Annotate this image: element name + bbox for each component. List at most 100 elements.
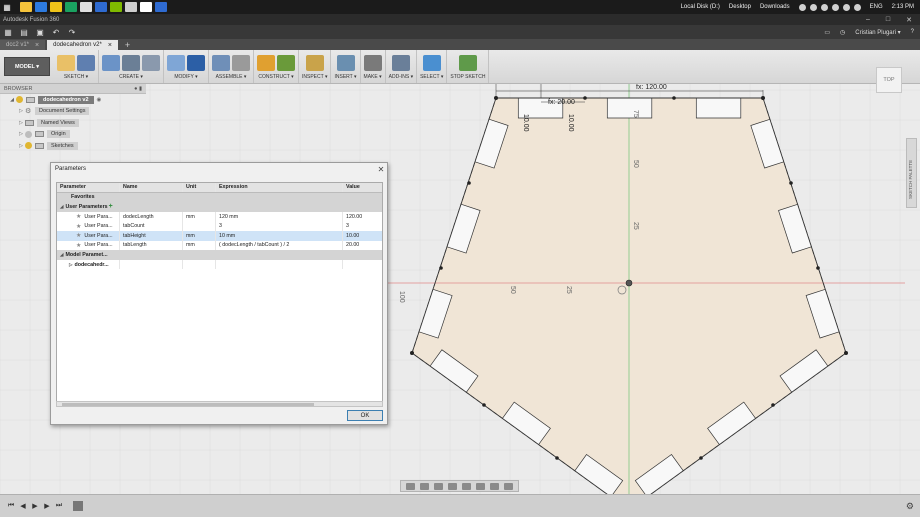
toolbar-tool-icon[interactable] (232, 55, 250, 71)
clock[interactable]: 2:13 PM (892, 4, 914, 10)
expand-triangle-icon[interactable]: ▷ (17, 108, 25, 114)
toolbar-group[interactable]: CONSTRUCT ▾ (254, 50, 299, 83)
toolbar-group[interactable]: INSPECT ▾ (299, 50, 332, 83)
grid-settings-icon[interactable] (489, 482, 499, 490)
desktop-link[interactable]: Desktop (729, 4, 751, 10)
toolbar-group[interactable]: SELECT ▾ (417, 50, 448, 83)
close-window-icon[interactable]: ✕ (906, 16, 912, 24)
taskbar-app-icon[interactable] (125, 2, 137, 12)
undo-icon[interactable]: ↶ (48, 26, 64, 38)
language-indicator[interactable]: ENG (870, 4, 883, 10)
unit-cell[interactable] (183, 221, 216, 231)
sketch-point[interactable] (699, 456, 703, 460)
toolbar-tool-icon[interactable] (102, 55, 120, 71)
help-icon[interactable]: ? (911, 29, 914, 35)
visibility-bulb-icon[interactable] (16, 96, 23, 104)
close-tab-icon[interactable]: × (108, 42, 112, 49)
column-header-value[interactable]: Value (343, 183, 382, 192)
timeline-sketch-feature[interactable] (73, 501, 83, 511)
sketch-point[interactable] (771, 403, 775, 407)
column-header-name[interactable]: Name (120, 183, 183, 192)
user-parameters-group-row[interactable]: ◢ User Parameters + (57, 202, 382, 212)
unit-cell[interactable]: mm (183, 211, 216, 222)
taskbar-app-icon[interactable] (80, 2, 92, 12)
column-header-unit[interactable]: Unit (183, 183, 216, 192)
unit-cell[interactable]: mm (183, 240, 216, 251)
name-cell[interactable]: dodecLength (120, 211, 183, 222)
table-row[interactable]: ★ User Para... tabCount 3 3 (57, 221, 382, 231)
taskbar-app-icon[interactable] (95, 2, 107, 12)
tab-outline[interactable] (606, 98, 653, 119)
toolbar-tool-icon[interactable] (142, 55, 160, 71)
zoom-icon[interactable] (448, 482, 458, 490)
toolbar-group-label[interactable]: ASSEMBLE ▾ (216, 74, 247, 80)
redo-icon[interactable]: ↷ (64, 26, 80, 38)
expand-triangle-icon[interactable]: ▷ (17, 120, 25, 126)
favorites-group-row[interactable]: Favorites (57, 192, 382, 203)
sketch-point[interactable] (555, 456, 559, 460)
timeline-settings-gear-icon[interactable]: ⚙ (906, 501, 914, 512)
origin-point[interactable] (625, 279, 633, 287)
scrollbar-thumb[interactable] (62, 403, 314, 406)
expand-triangle-icon[interactable]: ▷ (17, 143, 25, 149)
toolbar-tool-icon[interactable] (57, 55, 75, 71)
go-to-start-icon[interactable]: ⏮ (5, 502, 17, 510)
expand-triangle-icon[interactable]: ▷ (17, 131, 25, 137)
tab-outline[interactable] (695, 98, 742, 119)
dimension-tab-height-b[interactable]: 10.00 (567, 114, 574, 132)
column-header-parameter[interactable]: Parameter (57, 183, 120, 192)
value-cell[interactable]: 20.00 (343, 241, 382, 251)
toolbar-group-label[interactable]: CONSTRUCT ▾ (258, 74, 293, 80)
toolbar-group[interactable]: MAKE ▾ (361, 50, 386, 83)
toolbar-group-label[interactable]: INSPECT ▾ (302, 74, 327, 80)
user-menu[interactable]: Cristian Plugari ▾ (855, 29, 900, 36)
toolbar-group-label[interactable]: SKETCH ▾ (64, 74, 88, 80)
table-row[interactable]: ★ User Para... tabHeight mm 10 mm 10.00 (57, 230, 382, 241)
model-component-row[interactable]: ▷ dodecahedr... (57, 259, 382, 270)
toolbar-tool-icon[interactable] (363, 55, 382, 71)
value-cell[interactable]: 3 (343, 221, 382, 231)
toolbar-group-label[interactable]: ADD-INS ▾ (389, 74, 413, 80)
look-at-icon[interactable] (420, 482, 430, 490)
model-parameters-group-row[interactable]: ◢ Model Paramet... (57, 250, 382, 260)
tab-dodecahedron[interactable]: dodecahedron v2* × (47, 40, 118, 50)
toolbar-tool-icon[interactable] (391, 55, 410, 71)
sketch-point[interactable] (789, 181, 793, 185)
viewcube[interactable]: TOP (876, 67, 902, 93)
collapse-triangle-icon[interactable]: ◢ (60, 204, 63, 210)
add-parameter-icon[interactable]: + (109, 203, 113, 210)
table-row[interactable]: ★ User Para... tabLength mm( dodecLength / … (57, 240, 382, 251)
toolbar-tool-icon[interactable] (277, 55, 295, 71)
toolbar-group[interactable]: SKETCH ▾ (54, 50, 99, 83)
minimize-icon[interactable]: – (866, 16, 870, 24)
taskbar-app-icon[interactable] (110, 2, 122, 12)
toolbar-group[interactable]: ASSEMBLE ▾ (209, 50, 254, 83)
taskbar-app-icon[interactable] (155, 2, 167, 12)
toolbar-tool-icon[interactable] (77, 55, 95, 71)
close-tab-icon[interactable]: × (35, 42, 39, 49)
toolbar-group[interactable]: MODIFY ▾ (164, 50, 209, 83)
name-cell[interactable]: tabHeight (120, 230, 183, 241)
toolbar-group[interactable]: INSERT ▾ (331, 50, 361, 83)
toolbar-tool-icon[interactable] (167, 55, 185, 71)
table-row[interactable]: ★ User Para... dodecLength mm 120 mm 120.00 (57, 211, 382, 222)
unit-cell[interactable]: mm (183, 230, 216, 241)
taskbar-app-icon[interactable] (35, 2, 47, 12)
browser-item-document-settings[interactable]: ▷ ⚙ Document Settings (0, 106, 146, 118)
save-icon[interactable]: ▣ (32, 26, 48, 38)
play-icon[interactable]: ▶ (29, 502, 41, 510)
taskbar-app-icon[interactable] (140, 2, 152, 12)
sketch-point[interactable] (467, 181, 471, 185)
maximize-icon[interactable]: □ (886, 16, 890, 24)
toolbar-group[interactable]: STOP SKETCH (447, 50, 490, 83)
expression-cell[interactable]: ( dodecLength / tabCount ) / 2 (216, 240, 343, 251)
favorite-star-icon[interactable]: ★ (76, 242, 81, 249)
close-dialog-icon[interactable]: ✕ (375, 165, 387, 174)
horizontal-scrollbar[interactable] (56, 401, 383, 407)
toolbar-tool-icon[interactable] (422, 55, 441, 71)
ok-button[interactable]: OK (347, 410, 383, 421)
toolbar-group-label[interactable]: MODIFY ▾ (174, 74, 197, 80)
dimension-fx-120[interactable]: fx: 120.00 (636, 84, 667, 91)
step-forward-icon[interactable]: ▶ (41, 502, 53, 510)
dimension-fx-20b[interactable]: fx: 20.00 (548, 99, 575, 106)
